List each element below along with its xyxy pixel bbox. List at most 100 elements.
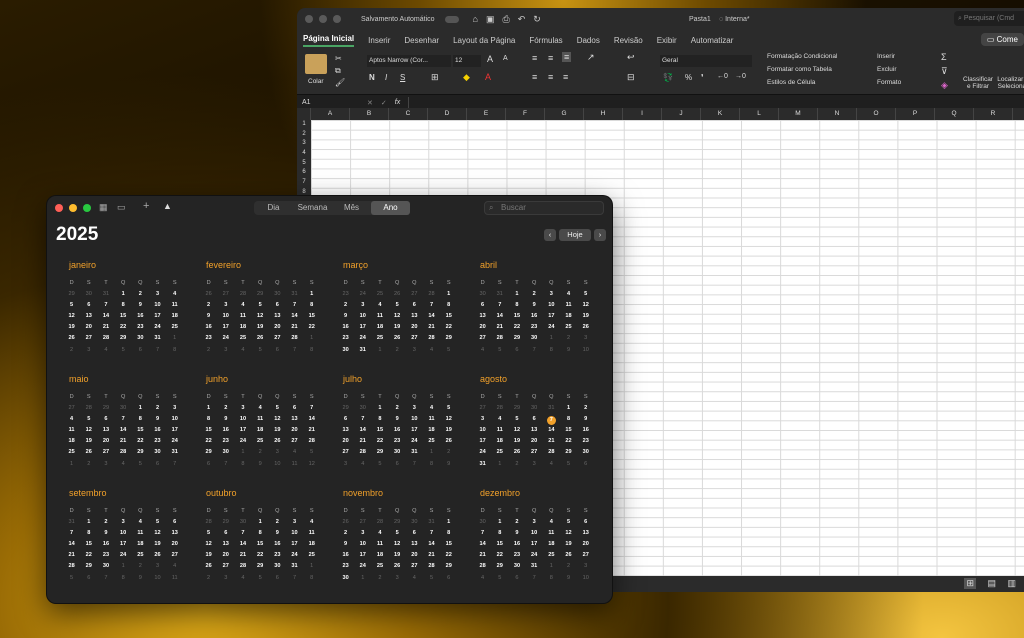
column-header[interactable]: Q [935,108,974,120]
font-size-select[interactable]: 12 [453,55,481,67]
today-day[interactable]: 7 [543,416,560,427]
day-cell[interactable]: 2 [269,519,286,530]
day-cell[interactable]: 9 [560,347,577,358]
day-cell[interactable]: 27 [97,449,114,460]
zoom-button[interactable] [83,204,91,212]
day-cell[interactable]: 30 [80,291,97,302]
day-cell[interactable]: 23 [526,324,543,335]
formula-input[interactable] [408,96,1024,109]
column-header[interactable]: D [428,108,467,120]
day-cell[interactable]: 7 [474,530,491,541]
day-cell[interactable]: 1 [63,461,80,472]
day-cell[interactable]: 4 [234,347,251,358]
day-cell[interactable]: 21 [474,552,491,563]
day-cell[interactable]: 20 [80,324,97,335]
day-cell[interactable]: 1 [354,575,371,586]
day-cell[interactable]: 7 [97,302,114,313]
italic-icon[interactable]: I [385,73,387,82]
day-cell[interactable]: 16 [149,427,166,438]
month-name[interactable]: agosto [480,374,610,387]
day-cell[interactable]: 28 [474,563,491,574]
orientation-icon[interactable]: ↗ [587,52,595,63]
day-cell[interactable]: 9 [337,541,354,552]
day-cell[interactable]: 4 [474,347,491,358]
day-cell[interactable]: 20 [337,438,354,449]
day-cell[interactable]: 25 [423,438,440,449]
day-cell[interactable]: 23 [149,438,166,449]
fill-icon[interactable]: ⊽ [941,66,948,77]
view-month[interactable]: Mês [332,201,371,215]
day-cell[interactable]: 6 [577,519,594,530]
day-cell[interactable]: 19 [440,427,457,438]
day-cell[interactable]: 15 [371,427,388,438]
day-cell[interactable]: 9 [508,530,525,541]
day-cell[interactable]: 3 [234,405,251,416]
day-cell[interactable]: 1 [508,291,525,302]
day-cell[interactable]: 30 [217,449,234,460]
day-cell[interactable]: 2 [440,449,457,460]
day-cell[interactable]: 8 [423,461,440,472]
day-cell[interactable]: 13 [286,416,303,427]
day-cell[interactable]: 27 [406,291,423,302]
day-cell[interactable]: 18 [252,427,269,438]
today-button[interactable]: Hoje [559,229,591,241]
day-cell[interactable]: 9 [217,416,234,427]
day-cell[interactable]: 13 [526,427,543,438]
day-cell[interactable]: 28 [423,335,440,346]
day-cell[interactable]: 22 [80,552,97,563]
day-cell[interactable]: 26 [80,449,97,460]
day-cell[interactable]: 15 [200,427,217,438]
day-cell[interactable]: 7 [286,302,303,313]
month-março[interactable]: março D S T Q Q S S 23 24 25 26 27 28 1 2 3 4 5 6 7 8 9 10 11 12 1… [342,260,473,358]
day-cell[interactable]: 8 [440,530,457,541]
day-cell[interactable]: 1 [371,347,388,358]
day-cell[interactable]: 15 [132,427,149,438]
day-cell[interactable]: 26 [389,335,406,346]
day-cell[interactable]: 18 [491,438,508,449]
day-cell[interactable]: 9 [252,461,269,472]
column-header[interactable]: P [896,108,935,120]
day-cell[interactable]: 26 [389,563,406,574]
day-cell[interactable]: 12 [389,541,406,552]
day-cell[interactable]: 2 [508,461,525,472]
wrap-text-icon[interactable]: ↩ [627,52,635,63]
day-cell[interactable]: 16 [526,313,543,324]
day-cell[interactable]: 16 [132,313,149,324]
day-cell[interactable]: 2 [200,347,217,358]
day-cell[interactable]: 6 [200,461,217,472]
month-name[interactable]: dezembro [480,488,610,501]
tab-automatizar[interactable]: Automatizar [691,36,734,45]
column-header[interactable]: A [311,108,350,120]
underline-icon[interactable]: S [400,73,405,82]
day-cell[interactable]: 20 [97,438,114,449]
day-cell[interactable]: 14 [234,541,251,552]
day-cell[interactable]: 30 [115,405,132,416]
day-cell[interactable]: 6 [440,575,457,586]
day-cell[interactable]: 5 [63,302,80,313]
align-left-icon[interactable]: ≡ [532,72,537,82]
day-cell[interactable]: 26 [577,324,594,335]
day-cell[interactable]: 8 [252,530,269,541]
day-cell[interactable]: 6 [269,347,286,358]
day-cell[interactable]: 6 [80,302,97,313]
day-cell[interactable]: 4 [543,519,560,530]
day-cell[interactable]: 27 [166,552,183,563]
day-cell[interactable]: 1 [200,405,217,416]
day-cell[interactable]: 9 [389,416,406,427]
day-cell[interactable]: 25 [371,335,388,346]
day-cell[interactable]: 1 [80,519,97,530]
day-cell[interactable]: 13 [80,313,97,324]
comments-button[interactable]: ▭ Come [980,33,1024,46]
day-cell[interactable]: 27 [286,438,303,449]
day-cell[interactable]: 28 [234,563,251,574]
calendar-search-input[interactable]: ⌕ Buscar [484,201,604,215]
view-week[interactable]: Semana [293,201,332,215]
day-cell[interactable]: 26 [508,449,525,460]
day-cell[interactable]: 3 [166,405,183,416]
day-cell[interactable]: 14 [354,427,371,438]
day-cell[interactable]: 3 [217,347,234,358]
copy-icon[interactable]: ⧉ [335,66,341,76]
excel-search-input[interactable]: ⌕ Pesquisar (Cmd [954,11,1024,26]
month-name[interactable]: outubro [206,488,336,501]
day-cell[interactable]: 11 [491,427,508,438]
